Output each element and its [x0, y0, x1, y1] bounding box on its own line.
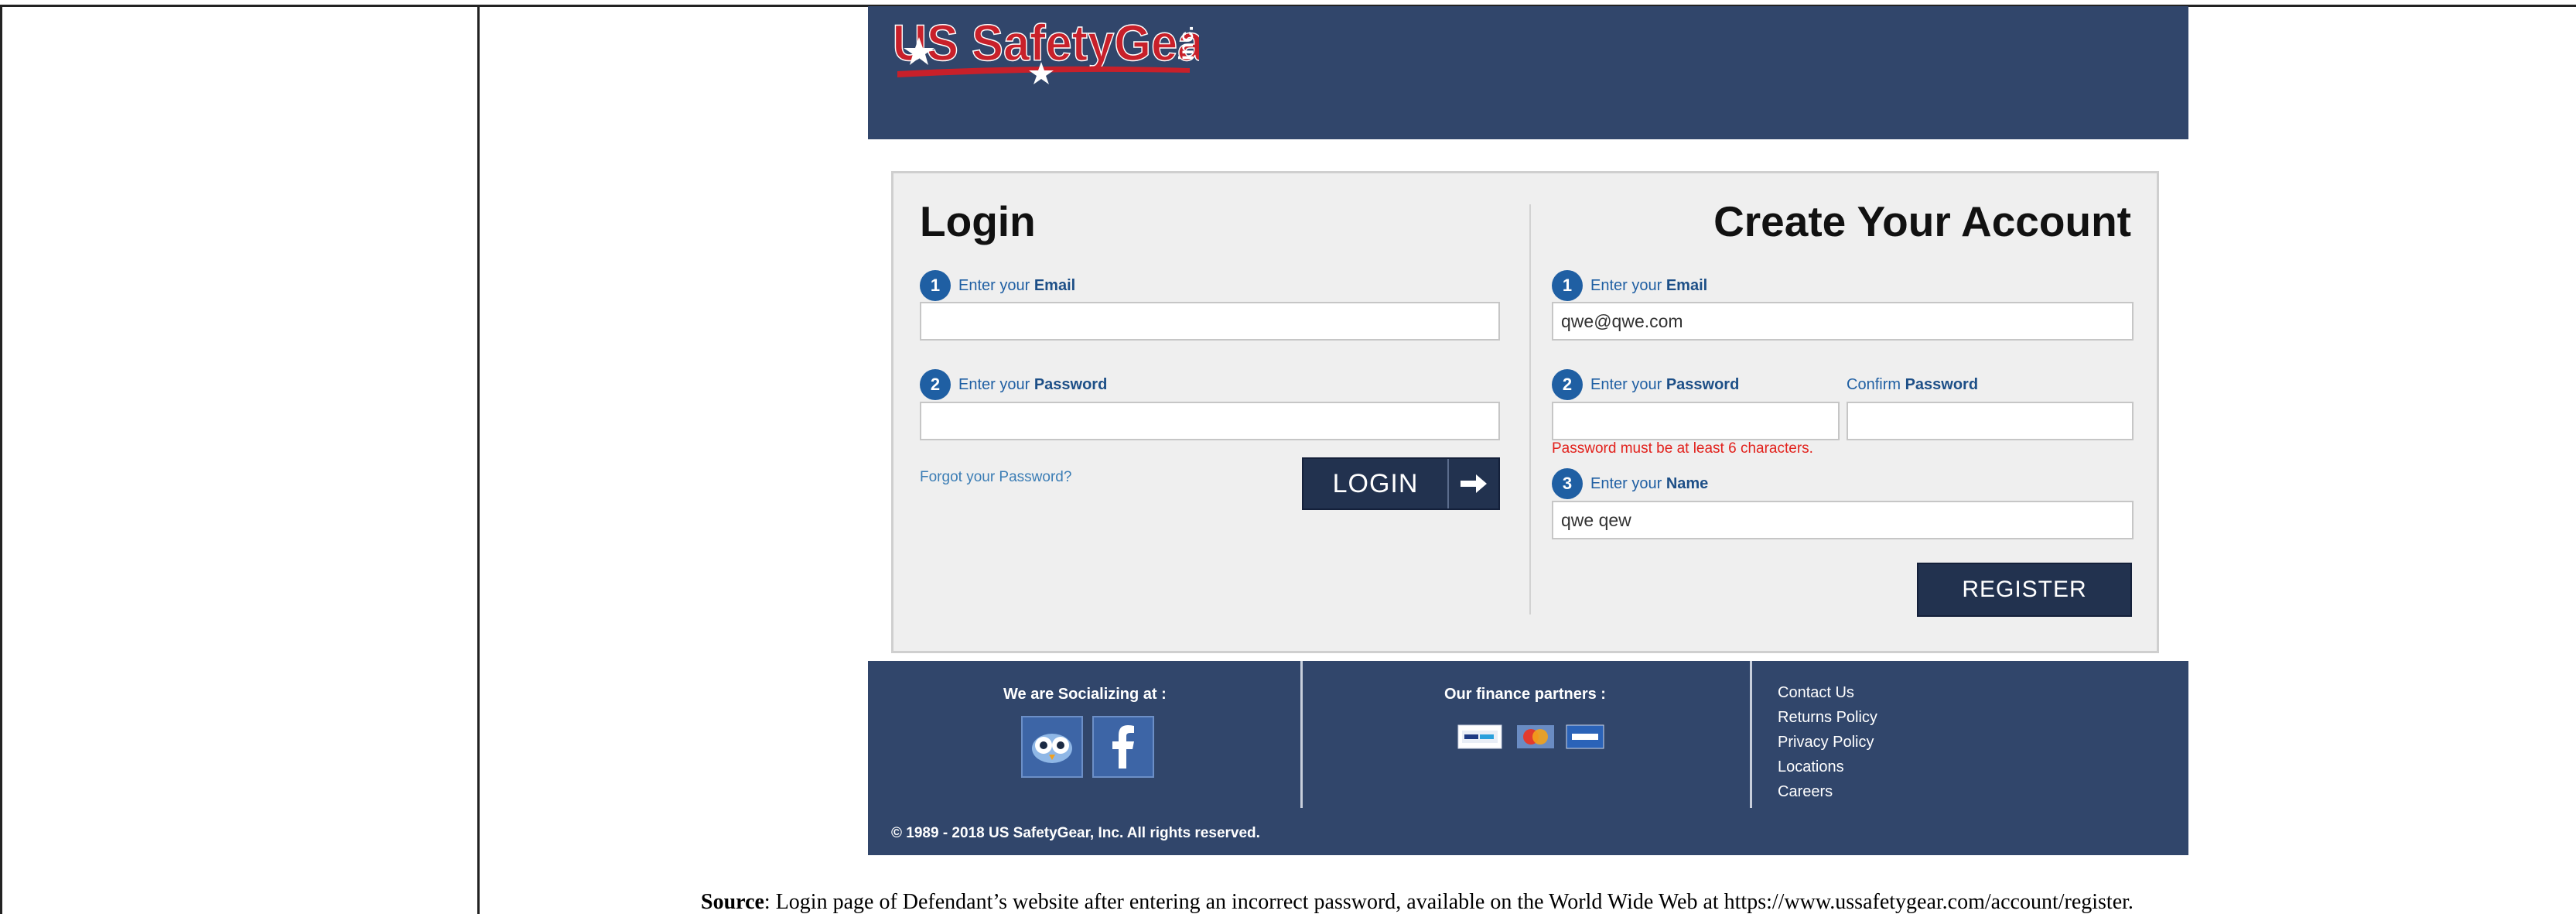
contact-us-link[interactable]: Contact Us — [1778, 684, 1877, 702]
panel-divider — [1529, 204, 1531, 614]
table-column-divider — [477, 5, 480, 914]
step-number: 1 — [920, 270, 951, 301]
auth-panel: Login 1 Enter your Email 2 Enter your Pa… — [891, 171, 2159, 653]
returns-policy-link[interactable]: Returns Policy — [1778, 709, 1877, 727]
visa-icon — [1566, 724, 1604, 749]
owl-icon[interactable] — [1021, 716, 1083, 778]
register-password-field[interactable] — [1552, 402, 1840, 440]
site-header: US SafetyGear inc. — [868, 6, 2188, 139]
source-caption: Source: Login page of Defendant’s websit… — [701, 890, 2134, 914]
step-number: 2 — [1552, 369, 1583, 400]
create-account-heading: Create Your Account — [1713, 197, 2131, 245]
step-number: 1 — [1552, 270, 1583, 301]
facebook-icon[interactable] — [1092, 716, 1154, 778]
forgot-password-link[interactable]: Forgot your Password? — [920, 469, 1071, 486]
register-email-field[interactable]: qwe@qwe.com — [1552, 302, 2134, 341]
register-button[interactable]: REGISTER — [1917, 563, 2132, 617]
confirm-password-label: Confirm Password — [1847, 376, 1979, 393]
footer-divider — [1750, 661, 1752, 808]
step-number: 2 — [920, 369, 951, 400]
copyright-text: © 1989 - 2018 US SafetyGear, Inc. All ri… — [891, 825, 1260, 841]
register-password-label: 2 Enter your Password — [1552, 369, 1739, 400]
register-name-field[interactable]: qwe qew — [1552, 501, 2134, 539]
login-button[interactable]: LOGIN — [1302, 457, 1500, 510]
site-footer: We are Socializing at : Our finance part… — [868, 661, 2188, 855]
register-name-label: 3 Enter your Name — [1552, 468, 1708, 499]
login-email-field[interactable] — [920, 302, 1500, 341]
password-error-message: Password must be at least 6 characters. — [1552, 440, 1813, 457]
mastercard-icon — [1517, 725, 1554, 748]
social-title: We are Socializing at : — [1003, 686, 1167, 703]
svg-text:inc.: inc. — [1174, 26, 1197, 60]
step-number: 3 — [1552, 468, 1583, 499]
website-screenshot: US SafetyGear inc. Login 1 Enter your Em… — [868, 6, 2188, 855]
login-heading: Login — [920, 197, 1036, 245]
login-password-label: 2 Enter your Password — [920, 369, 1107, 400]
register-email-label: 1 Enter your Email — [1552, 270, 1707, 301]
confirm-password-field[interactable] — [1847, 402, 2134, 440]
footer-divider — [1300, 661, 1303, 808]
us-safetygear-logo[interactable]: US SafetyGear inc. — [890, 9, 1199, 94]
login-email-label: 1 Enter your Email — [920, 270, 1075, 301]
login-password-field[interactable] — [920, 402, 1500, 440]
privacy-policy-link[interactable]: Privacy Policy — [1778, 734, 1877, 751]
finance-title: Our finance partners : — [1444, 686, 1606, 703]
footer-links: Contact Us Returns Policy Privacy Policy… — [1778, 684, 1877, 808]
paypal-icon — [1457, 724, 1502, 749]
arrow-right-icon — [1447, 459, 1498, 508]
careers-link[interactable]: Careers — [1778, 783, 1877, 801]
locations-link[interactable]: Locations — [1778, 758, 1877, 776]
svg-text:US SafetyGear: US SafetyGear — [893, 14, 1199, 72]
